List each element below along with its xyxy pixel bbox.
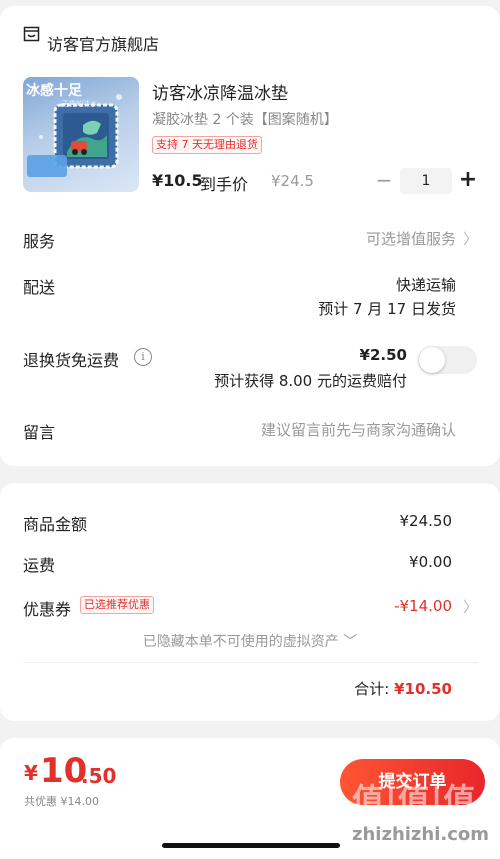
thumbnail-headline: 冰感十足 bbox=[26, 83, 82, 99]
shipping-value: ¥0.00 bbox=[409, 553, 452, 571]
thumbnail-subline: 无需的注水 bbox=[62, 100, 97, 108]
final-price-label: 到手价 bbox=[200, 175, 249, 194]
product-title[interactable]: 访客冰凉降温冰垫 bbox=[152, 79, 288, 104]
pay-amount-decimal: .50 bbox=[81, 764, 117, 788]
hidden-assets-toggle[interactable]: 已隐藏本单不可使用的虚拟资产 ﹀ bbox=[0, 631, 500, 651]
delivery-method: 快递运输 bbox=[395, 276, 456, 294]
total-value: ¥10.50 bbox=[394, 680, 452, 698]
goods-amount-value: ¥24.50 bbox=[399, 512, 453, 530]
delivery-eta: 预计 7 月 17 日发货 bbox=[318, 300, 456, 318]
coupon-recommended-badge: 已选推荐优惠 bbox=[80, 596, 154, 614]
delivery-label: 配送 bbox=[23, 278, 56, 297]
service-label: 服务 bbox=[23, 232, 56, 251]
return-policy-badge: 支持 7 天无理由退货 bbox=[152, 136, 262, 154]
store-icon bbox=[23, 26, 40, 42]
goods-amount-label: 商品金额 bbox=[23, 515, 88, 534]
quantity-input[interactable]: 1 bbox=[400, 168, 452, 194]
product-spec[interactable]: 凝胶冰垫 2 个装【图案随机】 bbox=[152, 109, 338, 129]
store-name[interactable]: 访客官方旗舰店 bbox=[47, 31, 159, 55]
home-indicator bbox=[162, 843, 340, 848]
service-value[interactable]: 可选增值服务 bbox=[366, 228, 456, 249]
info-icon[interactable]: i bbox=[134, 348, 152, 366]
return-shipping-toggle[interactable] bbox=[418, 346, 477, 374]
total-row: 合计: ¥10.50 bbox=[354, 678, 452, 699]
shipping-label: 运费 bbox=[23, 556, 56, 575]
pay-currency: ¥ bbox=[24, 761, 38, 785]
coupon-label: 优惠券 bbox=[23, 600, 72, 619]
return-shipping-price: ¥2.50 bbox=[359, 346, 407, 364]
total-savings: 共优惠 ¥14.00 bbox=[24, 795, 99, 808]
final-price: ¥10.5 bbox=[152, 171, 203, 190]
return-shipping-note: 预计获得 8.00 元的运费赔付 bbox=[214, 372, 407, 390]
toggle-knob bbox=[419, 347, 445, 373]
original-price: ¥24.5 bbox=[271, 172, 314, 190]
return-shipping-label: 退换货免运费 bbox=[23, 351, 120, 370]
coupon-value[interactable]: -¥14.00 bbox=[394, 597, 452, 615]
divider bbox=[23, 662, 478, 663]
message-input[interactable]: 建议留言前先与商家沟通确认 bbox=[261, 419, 456, 440]
message-label: 留言 bbox=[23, 423, 56, 442]
watermark-url: zhizhizhi.com bbox=[352, 824, 490, 845]
service-chevron-icon[interactable]: 〉 bbox=[463, 228, 478, 249]
quantity-decrease-button[interactable]: − bbox=[374, 168, 394, 192]
quantity-increase-button[interactable]: + bbox=[457, 166, 479, 194]
total-label: 合计: bbox=[354, 680, 390, 698]
watermark: 值|值|值 bbox=[352, 781, 477, 819]
coupon-chevron-icon[interactable]: 〉 bbox=[463, 596, 478, 617]
